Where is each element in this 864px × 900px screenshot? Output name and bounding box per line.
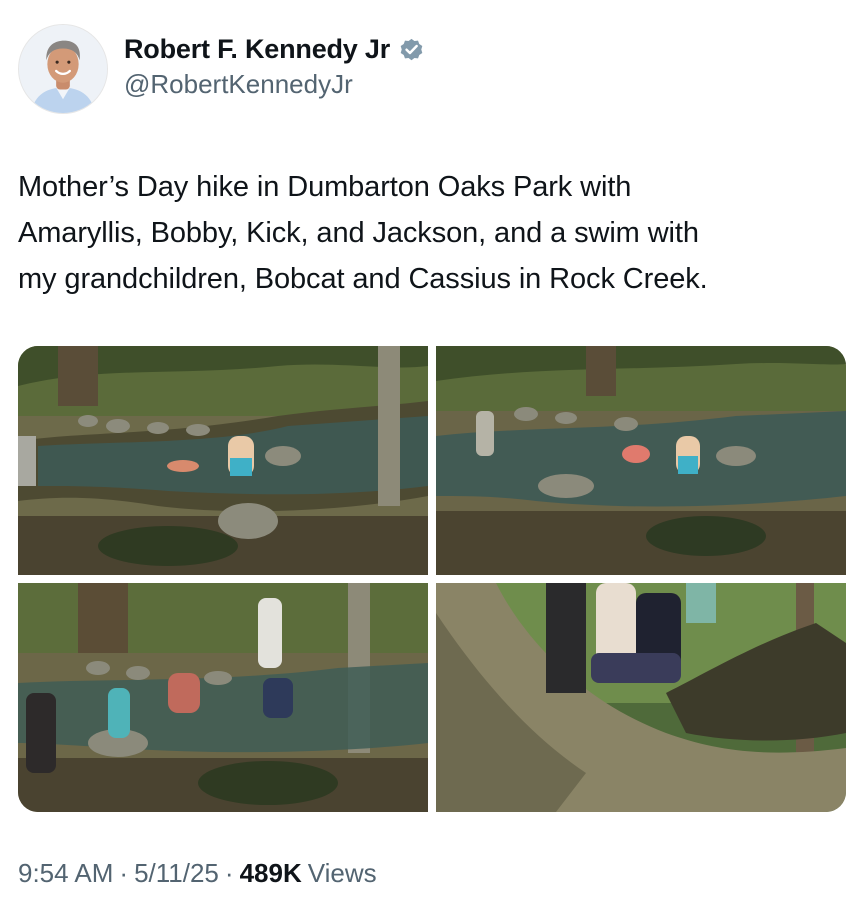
- creek-photo-icon: [18, 346, 428, 575]
- tweet-date[interactable]: 5/11/25: [134, 858, 219, 889]
- meta-separator: ·: [119, 858, 129, 888]
- tweet-time[interactable]: 9:54 AM: [18, 858, 113, 889]
- tweet-text-line: Amaryllis, Bobby, Kick, and Jackson, and…: [18, 217, 699, 249]
- display-name-row[interactable]: Robert F. Kennedy Jr: [124, 34, 425, 65]
- avatar[interactable]: [18, 24, 108, 114]
- meta-separator: ·: [224, 858, 234, 888]
- tweet-text-line: my grandchildren, Bobcat and Cassius in …: [18, 263, 708, 295]
- photo-3[interactable]: [18, 583, 428, 812]
- creek-group-photo-icon: [18, 583, 428, 812]
- fallen-tree-photo-icon: [436, 583, 846, 812]
- author-handle[interactable]: @RobertKennedyJr: [124, 69, 425, 100]
- tweet-text: Mother’s Day hike in Dumbarton Oaks Park…: [18, 164, 838, 302]
- verified-badge-icon[interactable]: [398, 36, 425, 63]
- avatar-portrait-icon: [19, 25, 107, 113]
- creek-photo-icon: [436, 346, 846, 575]
- tweet-meta: 9:54 AM · 5/11/25 · 489K Views: [18, 858, 377, 889]
- display-name[interactable]: Robert F. Kennedy Jr: [124, 34, 390, 65]
- tweet-text-line: Mother’s Day hike in Dumbarton Oaks Park…: [18, 171, 632, 203]
- photo-4[interactable]: [436, 583, 846, 812]
- author-names: Robert F. Kennedy Jr @RobertKennedyJr: [124, 34, 425, 100]
- views-label: Views: [307, 858, 377, 888]
- tweet-header: Robert F. Kennedy Jr @RobertKennedyJr: [18, 24, 838, 116]
- media-grid: [18, 346, 846, 812]
- photo-1[interactable]: [18, 346, 428, 575]
- views-count[interactable]: 489K: [240, 858, 302, 889]
- photo-2[interactable]: [436, 346, 846, 575]
